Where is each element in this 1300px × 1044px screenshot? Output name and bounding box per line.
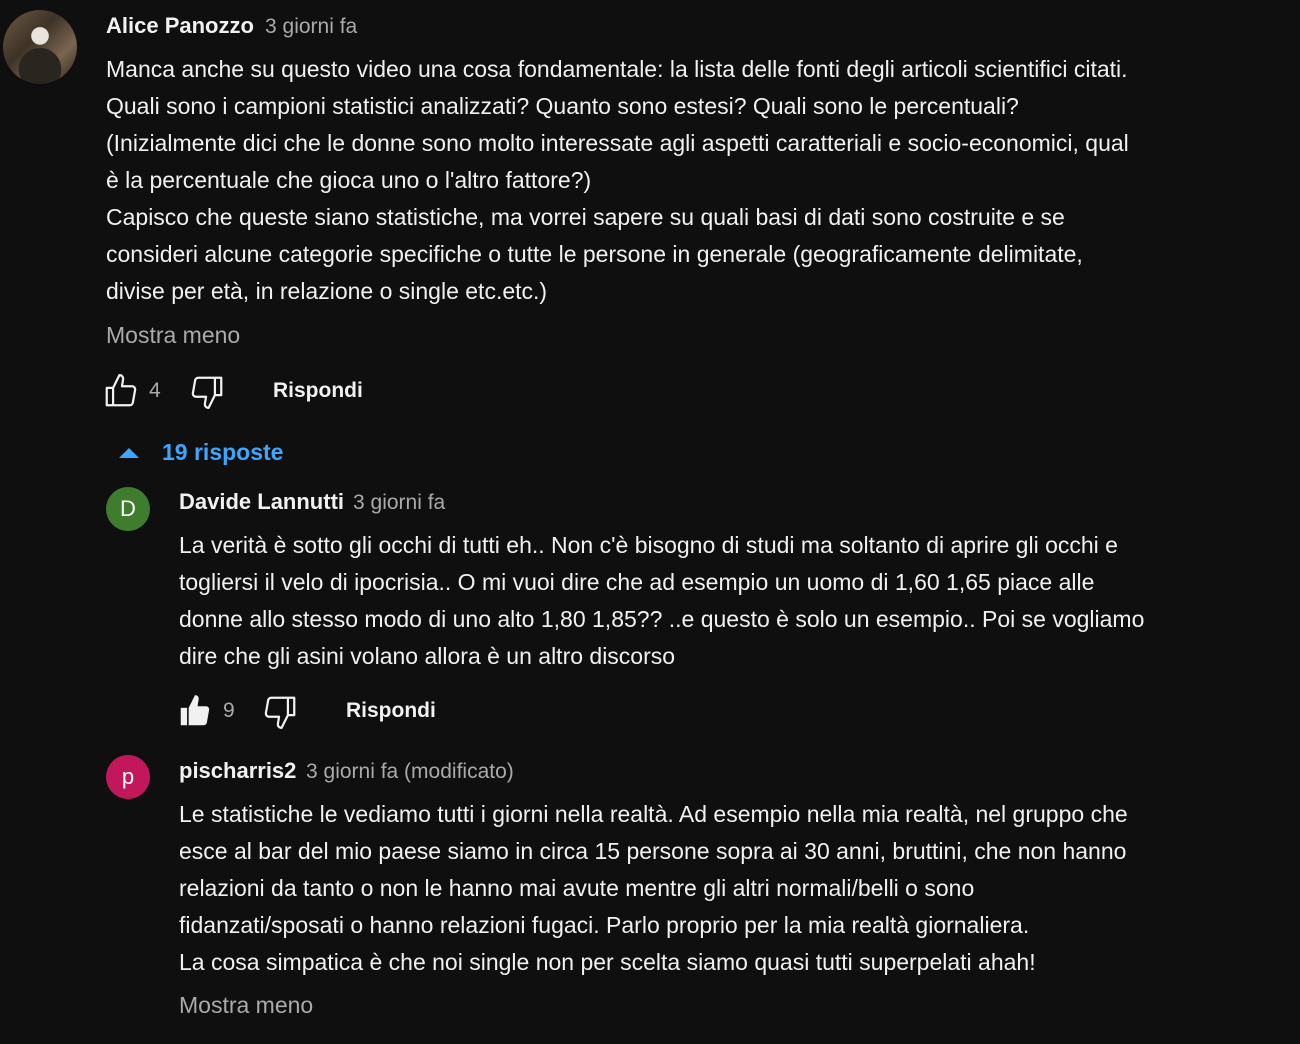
like-count: 9 [223, 699, 235, 722]
show-less-button[interactable]: Mostra meno [179, 992, 313, 1019]
comment-line: fidanzati/sposati o hanno relazioni fuga… [179, 912, 1030, 938]
comment-line: (Inizialmente dici che le donne sono mol… [106, 130, 1129, 156]
comment-line: Capisco che queste siano statistiche, ma… [106, 204, 1065, 230]
like-count: 4 [149, 379, 161, 402]
comment-time[interactable]: 3 giorni fa (modificato) [306, 760, 514, 784]
comment-body: Le statistiche le vediamo tutti i giorni… [179, 796, 1128, 981]
comment-line: Manca anche su questo video una cosa fon… [106, 56, 1128, 82]
comment-line: La cosa simpatica è che noi single non p… [179, 949, 1036, 975]
comment-author[interactable]: Alice Panozzo [106, 13, 254, 39]
reply-button[interactable]: Rispondi [273, 379, 363, 403]
caret-up-icon [119, 448, 139, 458]
comment-author[interactable]: Davide Lannutti [179, 489, 344, 515]
comment-line: dire che gli asini volano allora è un al… [179, 643, 676, 669]
comment-line: togliersi il velo di ipocrisia.. O mi vu… [179, 569, 1095, 595]
comment-time[interactable]: 3 giorni fa [353, 491, 445, 515]
avatar[interactable]: D [106, 487, 150, 531]
comment-body: La verità è sotto gli occhi di tutti eh.… [179, 527, 1144, 675]
avatar[interactable]: p [106, 755, 150, 799]
comment-author[interactable]: pischarris2 [179, 758, 296, 784]
comment-body: Manca anche su questo video una cosa fon… [106, 51, 1129, 310]
reply-button[interactable]: Rispondi [346, 699, 436, 723]
replies-count-label: 19 risposte [162, 439, 284, 465]
comment-line: Quali sono i campioni statistici analizz… [106, 93, 1019, 119]
comment-line: esce al bar del mio paese siamo in circa… [179, 838, 1127, 864]
comment-line: Le statistiche le vediamo tutti i giorni… [179, 801, 1128, 827]
comment-line: divise per età, in relazione o single et… [106, 278, 548, 304]
comment-time[interactable]: 3 giorni fa [265, 15, 357, 39]
thumbs-down-icon[interactable] [261, 693, 299, 731]
comment-line: relazioni da tanto o non le hanno mai av… [179, 875, 975, 901]
thumbs-up-filled-icon[interactable] [176, 692, 214, 730]
thumbs-up-icon[interactable] [102, 372, 140, 410]
show-less-button[interactable]: Mostra meno [106, 322, 240, 349]
comment-line: è la percentuale che gioca uno o l'altro… [106, 167, 592, 193]
thumbs-down-icon[interactable] [188, 373, 226, 411]
avatar[interactable] [3, 10, 77, 84]
comment-line: consideri alcune categorie specifiche o … [106, 241, 1083, 267]
comment-line: donne allo stesso modo di uno alto 1,80 … [179, 606, 1145, 632]
comment-line: La verità è sotto gli occhi di tutti eh.… [179, 532, 1118, 558]
